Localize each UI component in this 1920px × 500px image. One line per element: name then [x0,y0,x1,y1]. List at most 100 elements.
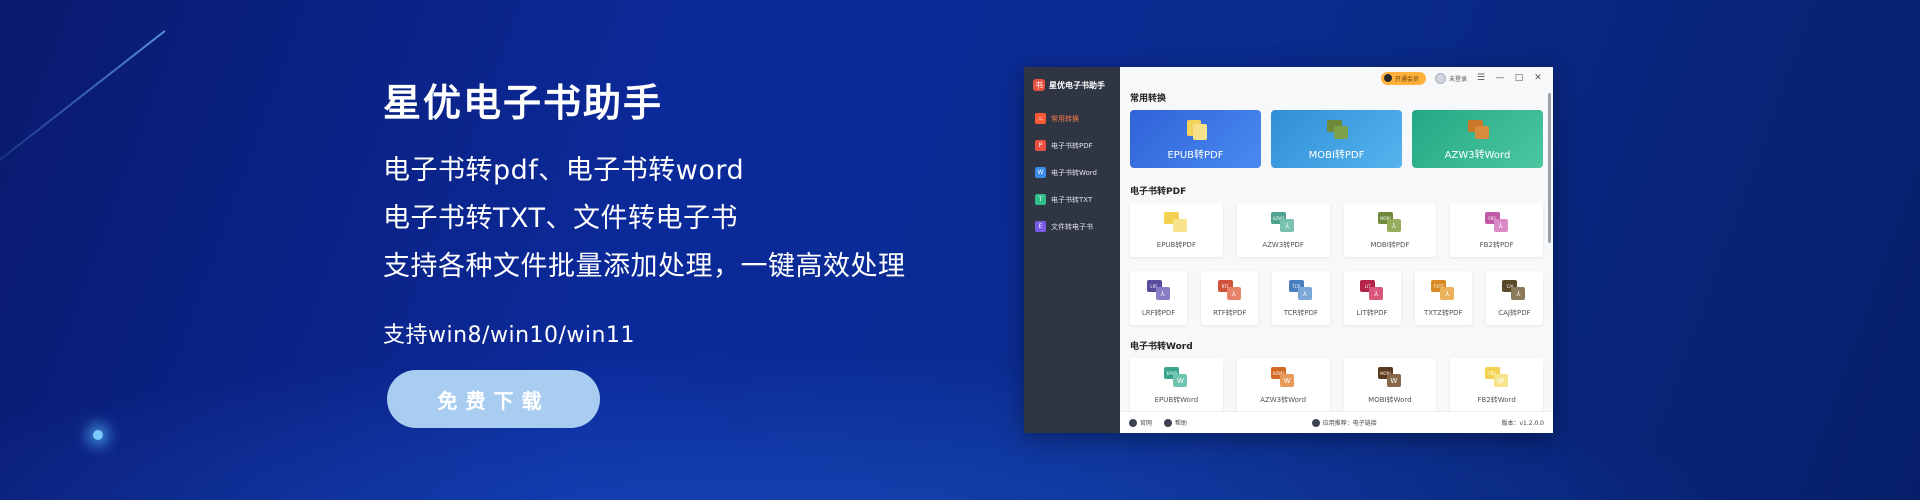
card-label: AZW3转PDF [1262,241,1304,249]
card-rtf-to-pdf[interactable]: RTF ⅄ RTF转PDF [1201,271,1259,325]
fb2-file-icon: FB2 ⅄ [1484,212,1509,232]
card-fb2-to-pdf[interactable]: FB2 ⅄ FB2转PDF [1450,203,1543,257]
close-icon[interactable]: ✕ [1533,73,1543,83]
app-sidebar: 书 星优电子书助手 ♨ 常用转换 P 电子书转PDF W 电子书转Word T … [1024,67,1120,433]
sidebar-item-common[interactable]: ♨ 常用转换 [1024,105,1120,132]
globe-icon [1129,418,1137,427]
sidebar-item-label: 常用转换 [1051,114,1079,123]
common-card-label: AZW3转Word [1444,150,1511,161]
card-label: LIT转PDF [1356,309,1388,317]
mobi-file-icon [1326,118,1348,140]
card-label: TXTZ转PDF [1423,309,1463,317]
card-txtz-to-pdf[interactable]: TXTZ ⅄ TXTZ转PDF [1414,271,1472,325]
epub-file-icon [1185,118,1207,140]
sidebar-item-ebook-to-pdf[interactable]: P 电子书转PDF [1024,132,1120,159]
help-icon [1164,418,1173,427]
vip-label: 开通会员 [1394,75,1419,83]
sidebar-item-file-to-ebook[interactable]: E 文件转电子书 [1024,213,1120,240]
website-link[interactable]: 官网 [1129,418,1152,427]
card-azw3-to-pdf[interactable]: AZW3 ⅄ AZW3转PDF [1236,203,1330,257]
mobi-file-icon: MOBI W [1377,367,1402,387]
card-label: CAJ转PDF [1498,309,1531,317]
epub-file-icon: EPUB W [1164,367,1188,387]
txtz-file-icon: TXTZ ⅄ [1431,280,1455,300]
common-card-label: EPUB转PDF [1167,150,1224,161]
card-label: MOBI转Word [1368,396,1412,404]
card-label: EPUB转Word [1154,396,1199,404]
help-link[interactable]: 帮助 [1164,418,1187,427]
azw3-file-icon: AZW3 ⅄ [1271,212,1295,232]
recommend-label: 应用推荐：电子链接 [1322,420,1377,427]
crown-icon [1383,74,1392,82]
settings-icon[interactable]: ☰ [1476,73,1486,83]
hero-feature-line-2: 电子书转TXT、文件转电子书 [383,203,739,234]
hero-text-block: 星优电子书助手 电子书转pdf、电子书转word 电子书转TXT、文件转电子书 … [383,72,906,349]
card-lrf-to-pdf[interactable]: LRF ⅄ LRF转PDF [1130,271,1188,325]
caj-file-icon: CAJ ⅄ [1502,280,1526,300]
app-main-area: 开通会员 未登录 ☰ — □ ✕ 常用转换 EPUB转PDF MOBI转PDF [1120,67,1553,433]
sidebar-item-ebook-to-txt[interactable]: T 电子书转TXT [1024,186,1120,213]
fire-icon: ♨ [1035,113,1046,124]
card-caj-to-pdf[interactable]: CAJ ⅄ CAJ转PDF [1485,271,1544,325]
sidebar-item-label: 文件转电子书 [1051,222,1093,231]
help-label: 帮助 [1175,420,1188,427]
decorative-light-streak [0,30,166,192]
app-name: 星优电子书助手 [1049,80,1105,90]
vip-button[interactable]: 开通会员 [1380,71,1426,85]
website-label: 官网 [1140,420,1153,427]
card-lit-to-pdf[interactable]: LIT ⅄ LIT转PDF [1343,271,1401,325]
card-label: FB2转Word [1477,396,1516,404]
common-card-azw3-to-word[interactable]: AZW3转Word [1412,110,1543,168]
fb2-file-icon: FB2 W [1484,367,1509,387]
minimize-icon[interactable]: — [1495,73,1505,83]
background-haze [0,320,1920,500]
card-label: LRF转PDF [1141,309,1176,317]
rtf-file-icon: RTF ⅄ [1217,280,1242,300]
card-label: FB2转PDF [1479,241,1514,249]
supported-os-text: 支持win8/win10/win11 [383,323,635,348]
card-epub-to-pdf[interactable]: EPUB转PDF [1130,203,1223,257]
version-label: 版本：v1.2.0.0 [1501,420,1544,427]
txt-icon: T [1035,194,1046,205]
app-bottombar: 官网 帮助 应用推荐：电子链接 版本：v1.2.0.0 [1120,411,1553,433]
word-icon: W [1035,167,1046,178]
app-logo: 书 星优电子书助手 [1024,73,1120,95]
card-label: MOBI转PDF [1370,241,1410,249]
section-title-ebook-to-word: 电子书转Word [1130,342,1193,352]
app-content: 常用转换 EPUB转PDF MOBI转PDF AZW3转Word 电子书转PDF [1120,89,1553,411]
ebook-icon: E [1035,221,1046,232]
free-download-button[interactable]: 免费下载 [387,370,600,428]
hero-feature-line-3: 支持各种文件批量添加处理，一键高效处理 [383,251,906,282]
lit-file-icon: LIT ⅄ [1360,280,1384,300]
content-scrollbar[interactable] [1548,93,1551,243]
card-label: AZW3转Word [1260,396,1307,404]
mobi-file-icon: MOBI ⅄ [1377,212,1402,232]
hero-feature-line-1: 电子书转pdf、电子书转word [383,155,745,186]
sidebar-item-label: 电子书转Word [1051,168,1097,177]
sidebar-item-label: 电子书转TXT [1051,195,1093,204]
sidebar-item-ebook-to-word[interactable]: W 电子书转Word [1024,159,1120,186]
pdf-icon: P [1035,140,1046,151]
card-mobi-to-pdf[interactable]: MOBI ⅄ MOBI转PDF [1343,203,1437,257]
section-title-ebook-to-pdf: 电子书转PDF [1130,187,1187,197]
sidebar-item-label: 电子书转PDF [1051,141,1093,150]
avatar-icon [1434,72,1446,84]
card-mobi-to-word[interactable]: MOBI W MOBI转Word [1343,358,1437,411]
user-login[interactable]: 未登录 [1434,72,1467,84]
azw3-file-icon [1467,118,1489,140]
section-title-common: 常用转换 [1130,94,1167,104]
app-topbar: 开通会员 未登录 ☰ — □ ✕ [1120,67,1553,89]
maximize-icon[interactable]: □ [1514,73,1524,83]
azw3-file-icon: AZW3 W [1271,367,1295,387]
lrf-file-icon: LRF ⅄ [1146,280,1171,300]
hero-title: 星优电子书助手 [383,81,664,125]
recommend-link[interactable]: 应用推荐：电子链接 [1311,418,1377,427]
card-epub-to-word[interactable]: EPUB W EPUB转Word [1130,358,1223,411]
common-card-epub-to-pdf[interactable]: EPUB转PDF [1130,110,1261,168]
card-tcr-to-pdf[interactable]: TCR ⅄ TCR转PDF [1272,271,1330,325]
card-azw3-to-word[interactable]: AZW3 W AZW3转Word [1236,358,1330,411]
common-card-mobi-to-pdf[interactable]: MOBI转PDF [1271,110,1402,168]
card-label: EPUB转PDF [1156,241,1196,249]
epub-file-icon [1164,212,1188,232]
card-fb2-to-word[interactable]: FB2 W FB2转Word [1450,358,1543,411]
